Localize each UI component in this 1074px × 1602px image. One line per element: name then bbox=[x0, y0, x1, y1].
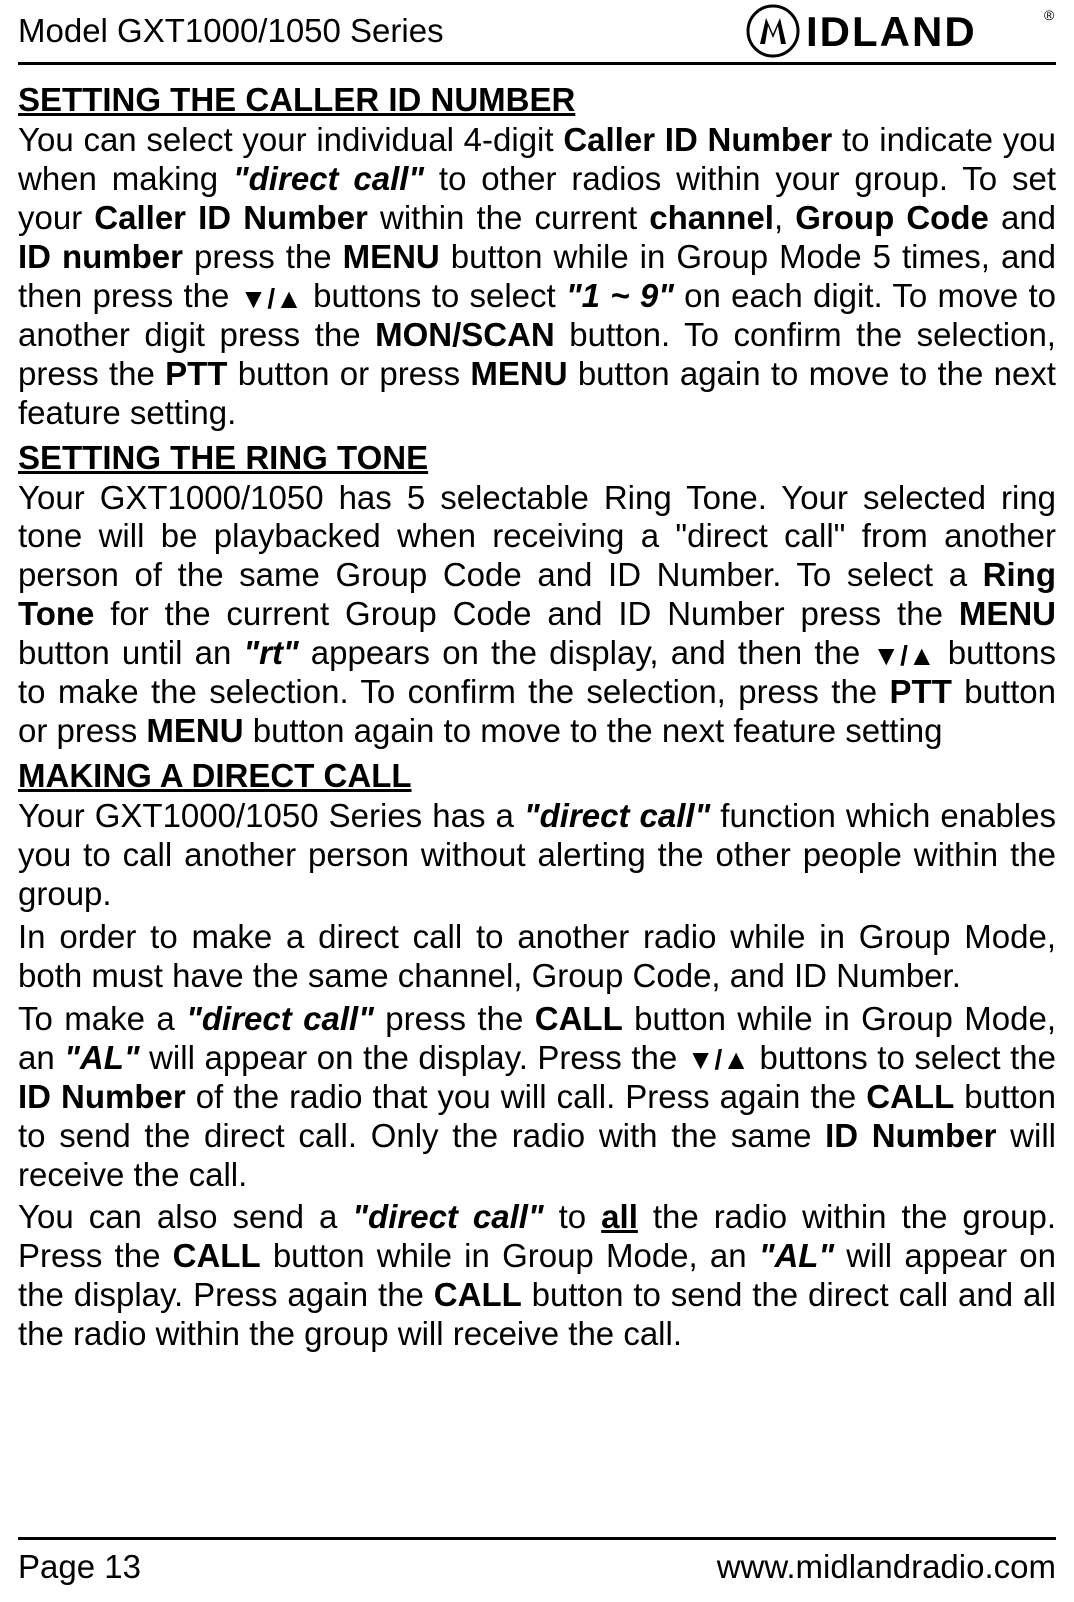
text-bold-italic: "direct call" bbox=[186, 1000, 374, 1037]
text: button or press bbox=[227, 355, 470, 392]
section-body: You can also send a "direct call" to all… bbox=[18, 1198, 1056, 1354]
text: press the bbox=[374, 1000, 535, 1037]
text-bold-italic: "direct call" bbox=[524, 797, 710, 834]
text: Your GXT1000/1050 Series has a bbox=[18, 797, 524, 834]
page-header: Model GXT1000/1050 Series IDLAND ® bbox=[18, 0, 1056, 65]
svg-text:IDLAND: IDLAND bbox=[806, 8, 977, 55]
up-down-arrows-icon: ▼/▲ bbox=[687, 1043, 750, 1076]
text: press the bbox=[183, 238, 343, 275]
text: for the current Group Code and ID Number… bbox=[94, 595, 958, 632]
text: You can select your individual 4-digit bbox=[18, 121, 563, 158]
text-bold: CALL bbox=[173, 1237, 261, 1274]
text-bold: MENU bbox=[146, 712, 243, 749]
section-body: In order to make a direct call to anothe… bbox=[18, 918, 1056, 996]
text-bold-italic: "rt" bbox=[243, 634, 298, 671]
text-bold: Caller ID Number bbox=[563, 121, 832, 158]
section-direct-call: MAKING A DIRECT CALL Your GXT1000/1050 S… bbox=[18, 757, 1056, 1354]
text: and bbox=[989, 199, 1056, 236]
text-bold-italic: "direct call" bbox=[233, 160, 424, 197]
text: , bbox=[774, 199, 795, 236]
text: buttons to select bbox=[303, 277, 566, 314]
page-footer: Page 13 www.midlandradio.com bbox=[18, 1537, 1056, 1586]
section-title: SETTING THE CALLER ID NUMBER bbox=[18, 81, 1056, 119]
section-title: MAKING A DIRECT CALL bbox=[18, 757, 1056, 795]
text-bold: ID Number bbox=[825, 1117, 996, 1154]
text-bold-italic: "direct call" bbox=[352, 1198, 543, 1235]
up-down-arrows-icon: ▼/▲ bbox=[240, 282, 303, 315]
section-body: Your GXT1000/1050 has 5 selectable Ring … bbox=[18, 479, 1056, 752]
text-bold: Caller ID Number bbox=[94, 199, 368, 236]
brand-logo: IDLAND ® bbox=[746, 4, 1056, 58]
text: of the radio that you will call. Press a… bbox=[186, 1078, 867, 1115]
text: will appear on the display. Press the bbox=[140, 1039, 687, 1076]
text: Your GXT1000/1050 has 5 selectable Ring … bbox=[18, 479, 1056, 594]
text-bold: ID number bbox=[18, 238, 183, 275]
text-bold: MENU bbox=[470, 355, 567, 392]
midland-logo-icon: IDLAND ® bbox=[746, 4, 1056, 58]
text: button until an bbox=[18, 634, 243, 671]
text-bold: CALL bbox=[434, 1276, 522, 1313]
section-ring-tone: SETTING THE RING TONE Your GXT1000/1050 … bbox=[18, 439, 1056, 752]
section-body: You can select your individual 4-digit C… bbox=[18, 121, 1056, 433]
section-caller-id: SETTING THE CALLER ID NUMBER You can sel… bbox=[18, 81, 1056, 433]
text: buttons to select the bbox=[750, 1039, 1056, 1076]
text-bold: PTT bbox=[890, 673, 952, 710]
text-bold: MENU bbox=[343, 238, 440, 275]
text: button again to move to the next feature… bbox=[244, 712, 943, 749]
text: within the current bbox=[368, 199, 649, 236]
text-bold-italic: "AL" bbox=[64, 1039, 139, 1076]
text-bold: CALL bbox=[535, 1000, 623, 1037]
text-bold: ID Number bbox=[18, 1078, 186, 1115]
text: to bbox=[544, 1198, 602, 1235]
text: You can also send a bbox=[18, 1198, 352, 1235]
text: button while in Group Mode, an bbox=[261, 1237, 759, 1274]
model-label: Model GXT1000/1050 Series bbox=[18, 12, 444, 50]
text-bold: Group Code bbox=[795, 199, 989, 236]
footer-url: www.midlandradio.com bbox=[717, 1548, 1056, 1586]
section-body: To make a "direct call" press the CALL b… bbox=[18, 1000, 1056, 1195]
text: To make a bbox=[18, 1000, 186, 1037]
page-number: Page 13 bbox=[18, 1548, 141, 1586]
text-bold: channel bbox=[649, 199, 774, 236]
text-bold-underline: all bbox=[601, 1198, 638, 1235]
text-bold: CALL bbox=[866, 1078, 954, 1115]
text-bold: MON/SCAN bbox=[375, 316, 555, 353]
section-body: Your GXT1000/1050 Series has a "direct c… bbox=[18, 797, 1056, 914]
svg-text:®: ® bbox=[1044, 7, 1055, 23]
text-bold: MENU bbox=[959, 595, 1056, 632]
text-bold-italic: "1 ~ 9" bbox=[566, 277, 674, 314]
text-bold: PTT bbox=[165, 355, 227, 392]
section-title: SETTING THE RING TONE bbox=[18, 439, 1056, 477]
text-bold-italic: "AL" bbox=[759, 1237, 834, 1274]
up-down-arrows-icon: ▼/▲ bbox=[872, 639, 935, 672]
text: appears on the display, and then the bbox=[299, 634, 873, 671]
